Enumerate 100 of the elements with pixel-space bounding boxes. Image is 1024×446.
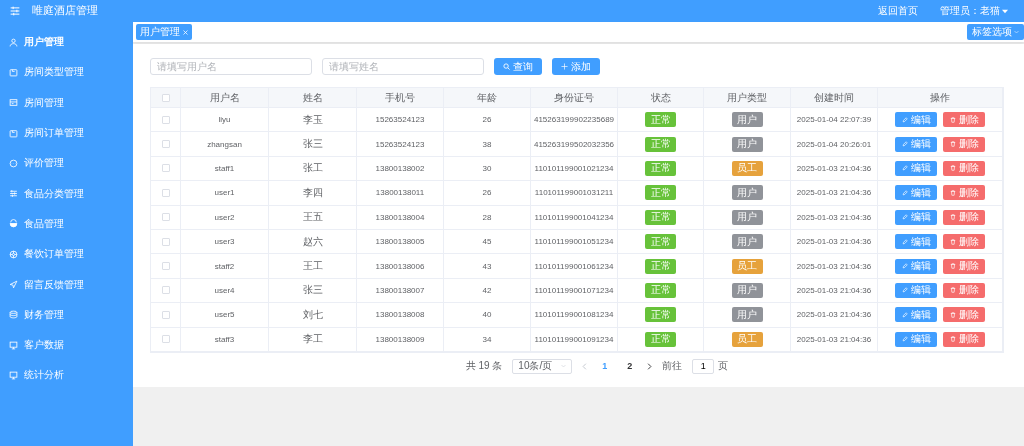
delete-button[interactable]: 删除 (943, 258, 985, 274)
column-header: 创建时间 (791, 88, 878, 108)
table-cell: 2025-01-03 21:04:36 (791, 303, 878, 328)
sidebar-item[interactable]: 房间类型管理 (0, 57, 133, 88)
edit-button[interactable]: 编辑 (895, 209, 937, 225)
sidebar-item[interactable]: 客户数据 (0, 329, 133, 361)
delete-button[interactable]: 删除 (943, 331, 985, 347)
status-tag: 正常 (645, 209, 676, 225)
edit-button[interactable]: 编辑 (895, 185, 937, 201)
tab-options-button[interactable]: 标签选项 (967, 24, 1024, 40)
menu-icon[interactable] (10, 6, 20, 16)
goto-page-field[interactable]: 1 (692, 358, 715, 374)
delete-button[interactable]: 删除 (943, 136, 985, 152)
user-type-tag: 用户 (731, 282, 763, 298)
delete-button[interactable]: 删除 (943, 282, 985, 298)
close-icon[interactable] (183, 29, 188, 35)
table-cell: user5 (181, 303, 269, 328)
previous-page-icon[interactable] (582, 362, 588, 370)
table-cell: liyu (181, 108, 269, 133)
sidebar-item[interactable]: 房间管理 (0, 87, 133, 118)
sliders-icon (9, 189, 18, 199)
sidebar-item[interactable]: 评价管理 (0, 148, 133, 179)
edit-button[interactable]: 编辑 (895, 112, 937, 128)
table-cell: 13800138007 (357, 278, 444, 304)
delete-button[interactable]: 删除 (943, 112, 985, 128)
sidebar-item[interactable]: 留言反馈管理 (0, 269, 133, 300)
pencil-icon (901, 287, 908, 294)
table-cell: zhangsan (181, 132, 269, 157)
row-checkbox[interactable] (161, 237, 170, 246)
table-cell: 110101199001091234 (531, 327, 618, 352)
table-cell: user4 (181, 278, 269, 304)
table-cell: 13800138011 (357, 181, 444, 206)
edit-button[interactable]: 编辑 (895, 282, 937, 298)
table-cell: 李玉 (269, 108, 357, 133)
select-all-checkbox[interactable] (161, 93, 170, 102)
database-icon (9, 310, 18, 320)
edit-button[interactable]: 编辑 (895, 160, 937, 176)
tab[interactable]: 用户管理 (136, 24, 192, 40)
add-button[interactable]: 添加 (552, 58, 600, 75)
row-checkbox[interactable] (161, 286, 170, 295)
delete-button[interactable]: 删除 (943, 209, 985, 225)
table-cell: 15263524123 (357, 108, 444, 133)
row-checkbox[interactable] (161, 213, 170, 222)
sidebar-item[interactable]: 财务管理 (0, 299, 133, 330)
column-header: 年龄 (444, 88, 531, 108)
table-cell: 2025-01-03 21:04:36 (791, 229, 878, 255)
page-number[interactable]: 1 (597, 361, 613, 372)
row-checkbox[interactable] (161, 164, 170, 173)
delete-button[interactable]: 删除 (943, 307, 985, 323)
table-cell: 26 (444, 181, 531, 206)
table-cell: staff1 (181, 156, 269, 182)
edit-button[interactable]: 编辑 (895, 307, 937, 323)
home-link[interactable]: 返回首页 (878, 4, 918, 18)
table-cell: 2025-01-04 22:07:39 (791, 108, 878, 133)
search-button[interactable]: 查询 (494, 58, 542, 75)
row-checkbox[interactable] (161, 188, 170, 197)
page-number[interactable]: 2 (622, 361, 638, 372)
chevron-icon (561, 364, 567, 369)
folder-icon (9, 67, 18, 77)
delete-button[interactable]: 删除 (943, 185, 985, 201)
sidebar-item[interactable]: 用户管理 (0, 27, 133, 58)
sidebar-item[interactable]: 房间订单管理 (0, 117, 133, 149)
user-type-tag: 用户 (731, 234, 763, 250)
user-type-tag: 员工 (731, 258, 763, 274)
name-field[interactable]: 请填写姓名 (322, 58, 484, 75)
table-cell: 13800138006 (357, 254, 444, 279)
column-header: 状态 (618, 88, 704, 108)
edit-button[interactable]: 编辑 (895, 136, 937, 152)
trash-icon (949, 311, 956, 318)
table-cell: 张工 (269, 156, 357, 182)
table-cell: 2025-01-03 21:04:36 (791, 205, 878, 230)
admin-menu[interactable]: 管理员：老猫 (940, 4, 1008, 18)
edit-button[interactable]: 编辑 (895, 258, 937, 274)
table-cell: 张三 (269, 278, 357, 304)
delete-button[interactable]: 删除 (943, 234, 985, 250)
pencil-icon (901, 336, 908, 343)
user-type-tag: 用户 (731, 112, 763, 128)
edit-button[interactable]: 编辑 (895, 234, 937, 250)
table-cell: 110101199001031211 (531, 181, 618, 206)
row-checkbox[interactable] (161, 115, 170, 124)
column-header: 姓名 (269, 88, 357, 108)
row-checkbox[interactable] (161, 140, 170, 149)
row-checkbox[interactable] (161, 310, 170, 319)
table-cell: 13800138008 (357, 303, 444, 328)
table-cell: 110101199001021234 (531, 156, 618, 182)
next-page-icon[interactable] (647, 362, 653, 370)
row-checkbox[interactable] (161, 262, 170, 271)
sidebar-item[interactable]: 统计分析 (0, 360, 133, 391)
sidebar-item[interactable]: 食品分类管理 (0, 178, 133, 209)
page-size-select[interactable]: 10条/页 (512, 358, 573, 374)
status-tag: 正常 (645, 282, 676, 298)
sidebar-item[interactable]: 食品管理 (0, 208, 133, 240)
table-cell: 42 (444, 278, 531, 304)
monitor-icon (9, 370, 18, 380)
delete-button[interactable]: 删除 (943, 160, 985, 176)
username-field[interactable]: 请填写用户名 (150, 58, 312, 75)
pencil-icon (901, 214, 908, 221)
edit-button[interactable]: 编辑 (895, 331, 937, 347)
row-checkbox[interactable] (161, 335, 170, 344)
sidebar-item[interactable]: 餐饮订单管理 (0, 239, 133, 270)
